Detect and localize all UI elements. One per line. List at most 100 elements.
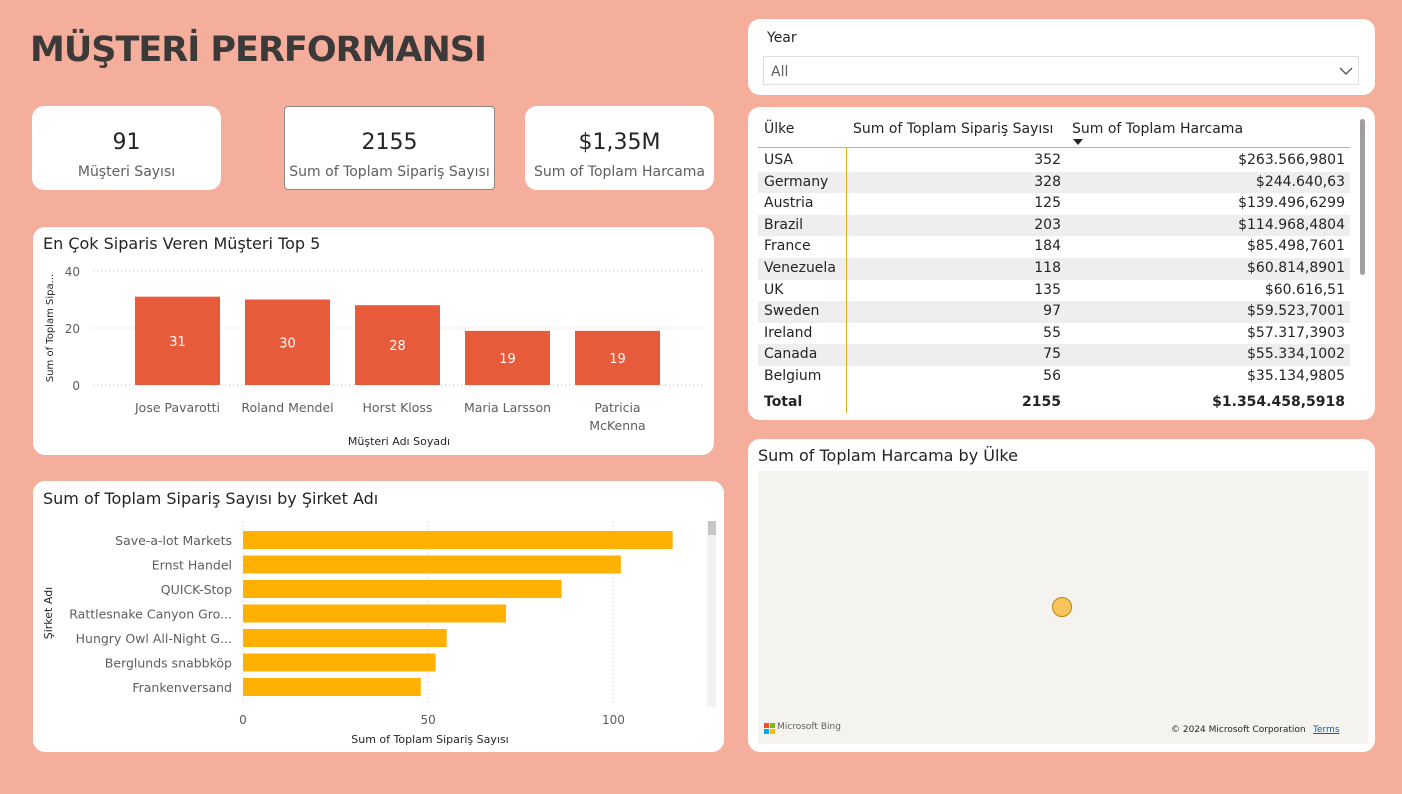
total-label: Total [764, 394, 803, 410]
cell-spend: $35.134,9805 [1247, 368, 1345, 384]
x-tick-label: Jose Pavarotti [134, 400, 220, 415]
cell-spend: $85.498,7601 [1247, 238, 1345, 255]
slicer-label: Year [767, 30, 797, 46]
map-visual: Sum of Toplam Harcama by Ülke Microsoft … [748, 439, 1375, 752]
table-header-spend[interactable]: Sum of Toplam Harcama [1072, 121, 1243, 137]
vertical-scrollbar[interactable] [1360, 119, 1365, 275]
kpi-label: Müşteri Sayısı [77, 164, 176, 180]
x-tick-label: Patricia [594, 400, 640, 415]
x-tick-label: 100 [602, 713, 625, 727]
bar-data-label: 19 [499, 352, 516, 367]
y-tick-label: Rattlesnake Canyon Gro... [69, 607, 232, 622]
cell-spend: $57.317,3903 [1247, 324, 1345, 341]
cell-order-count: 328 [1034, 173, 1061, 190]
terms-link[interactable]: Terms [1313, 725, 1340, 735]
scrollbar-thumb[interactable] [708, 521, 716, 535]
cell-spend: $244.640,63 [1255, 173, 1345, 190]
cell-country: Ireland [764, 324, 813, 341]
cell-order-count: 203 [1034, 216, 1061, 233]
y-tick-label: QUICK-Stop [161, 582, 232, 597]
cell-order-count: 352 [1034, 152, 1061, 168]
map-bubble[interactable] [1052, 597, 1072, 617]
y-tick-label: Hungry Owl All-Night G... [76, 631, 232, 646]
table-header-country[interactable]: Ülke [764, 121, 794, 137]
y-tick-label: Ernst Handel [152, 558, 232, 573]
total-row: Total 2155 $1.354.458,5918 [758, 392, 1350, 414]
cell-spend: $139.496,6299 [1238, 195, 1345, 212]
cell-spend: $263.566,9801 [1238, 152, 1345, 168]
bar [243, 604, 506, 623]
cell-country: Brazil [764, 216, 804, 233]
cell-order-count: 55 [1043, 324, 1061, 341]
y-tick-label: 0 [72, 379, 80, 393]
cell-country: Austria [764, 195, 814, 212]
cell-order-count: 97 [1043, 303, 1061, 320]
kpi-card-order-count[interactable]: 2155 Sum of Toplam Sipariş Sayısı [284, 106, 495, 190]
bar [243, 531, 673, 549]
column-divider [846, 148, 847, 413]
bar [243, 580, 562, 598]
kpi-label: Sum of Toplam Sipariş Sayısı [289, 164, 490, 180]
microsoft-logo-icon [764, 723, 775, 734]
dropdown-selected-value: All [771, 64, 789, 80]
map-canvas[interactable]: Microsoft Bing © 2024 Microsoft Corporat… [758, 471, 1368, 744]
year-dropdown[interactable]: All [763, 56, 1359, 85]
x-tick-label: McKenna [589, 418, 645, 433]
y-tick-label: Frankenversand [132, 680, 232, 695]
top5-bar-chart-svg: 0 20 40 31 Jose Pavarotti 30 Roland Mendel 28 Ho… [45, 265, 705, 448]
x-tick-label: 0 [239, 713, 247, 727]
x-tick-label: 50 [421, 713, 436, 727]
top5-customers-chart: En Çok Siparis Veren Müşteri Top 5 0 20 40… [33, 227, 714, 455]
cell-spend: $59.523,7001 [1247, 303, 1345, 320]
cell-order-count: 184 [1034, 238, 1061, 255]
kpi-value: $1,35M [578, 130, 661, 155]
kpi-label: Sum of Toplam Harcama [533, 164, 706, 180]
map-title: Sum of Toplam Harcama by Ülke [758, 446, 1018, 465]
cell-country: Venezuela [764, 260, 836, 276]
company-bar-chart-svg: 0 50 100 Save-a-lot Markets Ernst Handel QUIC… [42, 521, 716, 746]
cell-country: UK [764, 281, 784, 298]
chevron-down-icon [1339, 67, 1353, 76]
cell-country: USA [764, 152, 793, 168]
cell-spend: $60.814,8901 [1247, 260, 1345, 276]
x-tick-label: Roland Mendel [241, 400, 333, 415]
year-slicer: Year All [748, 19, 1375, 95]
bar [243, 678, 421, 696]
x-axis-title: Sum of Toplam Sipariş Sayısı [351, 733, 508, 746]
y-axis-title: Şirket Adı [42, 587, 55, 640]
bar-data-label: 30 [279, 336, 296, 351]
cell-order-count: 56 [1043, 368, 1061, 384]
y-tick-label: Save-a-lot Markets [115, 533, 232, 548]
total-spend: $1.354.458,5918 [1212, 394, 1345, 410]
cell-country: Sweden [764, 303, 820, 320]
bar [243, 629, 447, 647]
sort-descending-icon [1073, 139, 1083, 145]
map-copyright: © 2024 Microsoft Corporation [1171, 725, 1306, 735]
table-header-order-count[interactable]: Sum of Toplam Sipariş Sayısı [853, 121, 1053, 137]
cell-order-count: 118 [1034, 260, 1061, 276]
scrollbar-track[interactable] [707, 521, 716, 707]
kpi-value: 2155 [361, 130, 418, 155]
y-tick-label: Berglunds snabbköp [105, 656, 232, 671]
y-tick-label: 40 [65, 265, 80, 279]
total-order-count: 2155 [1022, 394, 1061, 410]
company-orders-chart: Sum of Toplam Sipariş Sayısı by Şirket A… [33, 481, 724, 752]
cell-spend: $114.968,4804 [1238, 216, 1345, 233]
bar-data-label: 28 [389, 339, 406, 354]
kpi-card-total-spend[interactable]: $1,35M Sum of Toplam Harcama [525, 106, 714, 190]
cell-spend: $55.334,1002 [1247, 346, 1345, 363]
x-tick-label: Horst Kloss [363, 400, 433, 415]
bar-data-label: 19 [609, 352, 626, 367]
bar-data-label: 31 [169, 335, 186, 350]
y-axis-title: Sum of Toplam Sipa... [45, 274, 56, 382]
y-tick-label: 20 [65, 322, 80, 336]
cell-order-count: 75 [1043, 346, 1061, 363]
cell-order-count: 135 [1034, 281, 1061, 298]
cell-country: Germany [764, 173, 829, 190]
x-axis-title: Müşteri Adı Soyadı [348, 435, 450, 448]
cell-order-count: 125 [1034, 195, 1061, 212]
kpi-card-customer-count[interactable]: 91 Müşteri Sayısı [32, 106, 221, 190]
page-title: MÜŞTERİ PERFORMANSI [30, 30, 487, 70]
bar [243, 555, 621, 574]
kpi-value: 91 [112, 130, 141, 155]
